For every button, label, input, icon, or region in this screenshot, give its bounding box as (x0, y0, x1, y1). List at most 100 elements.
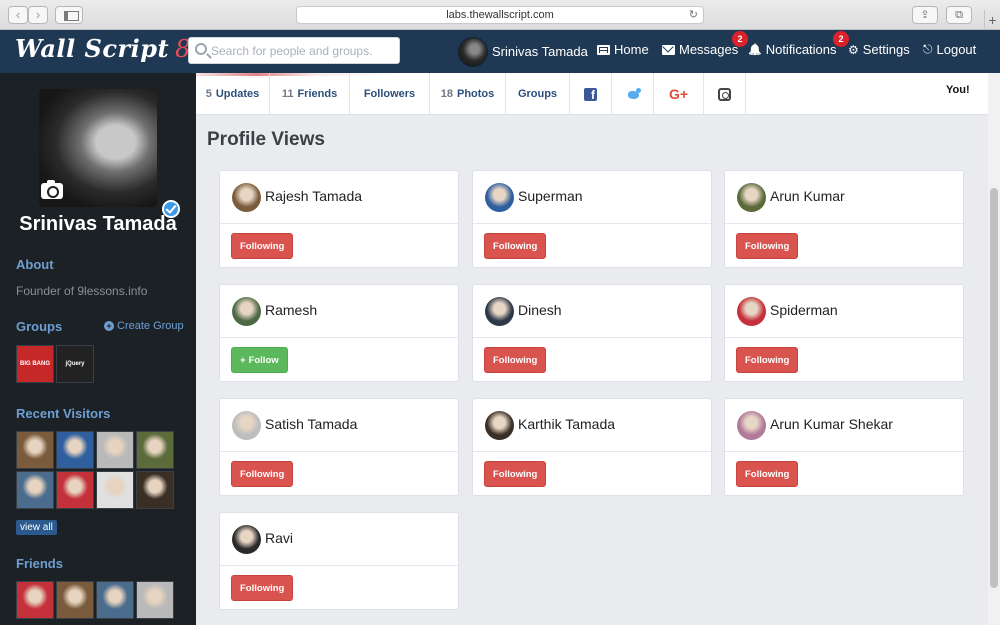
camera-icon[interactable] (41, 180, 63, 199)
avatar[interactable] (232, 297, 261, 326)
nav-home[interactable]: Home (597, 42, 649, 57)
friend-avatar[interactable] (56, 581, 94, 619)
logo-text: Wall Script (15, 34, 170, 63)
following-button[interactable]: Following (484, 461, 547, 487)
group-thumbnail[interactable]: BIG BANG THEORY (16, 345, 54, 383)
avatar[interactable] (485, 297, 514, 326)
avatar[interactable] (485, 411, 514, 440)
avatar[interactable] (232, 183, 261, 212)
scrollbar[interactable] (988, 73, 1000, 625)
address-bar[interactable]: labs.thewallscript.com ↻ (296, 6, 704, 24)
group-thumbnail[interactable]: jQuery (56, 345, 94, 383)
following-button[interactable]: Following (484, 347, 547, 373)
tab-googleplus[interactable]: G+ (654, 73, 704, 115)
following-button[interactable]: Following (736, 233, 799, 259)
verified-icon (162, 200, 180, 218)
view-all-button[interactable]: view all (16, 520, 57, 535)
avatar[interactable] (485, 183, 514, 212)
following-button[interactable]: Following (736, 347, 799, 373)
updates-label: Updates (215, 88, 260, 100)
tab-photos[interactable]: 18 Photos (430, 73, 506, 115)
following-button[interactable]: Following (231, 233, 294, 259)
tab-instagram[interactable] (704, 73, 746, 115)
card-user-name[interactable]: Dinesh (518, 302, 562, 318)
button-label: Following (493, 241, 538, 252)
following-button[interactable]: Following (231, 575, 294, 601)
avatar[interactable] (232, 411, 261, 440)
url-text: labs.thewallscript.com (446, 9, 554, 21)
nav-messages-label: Messages (679, 42, 739, 57)
search-icon (195, 43, 207, 55)
avatar (458, 36, 488, 67)
sidebar: Srinivas Tamada About Founder of 9lesson… (0, 73, 196, 625)
nav-user-name: Srinivas Tamada (492, 44, 588, 59)
tab-facebook[interactable]: f (570, 73, 612, 115)
profile-view-card: Arun Kumar Shekar Following (724, 398, 964, 496)
card-user-name[interactable]: Superman (518, 188, 583, 204)
visitor-avatar[interactable] (16, 471, 54, 509)
new-tab-button[interactable]: + (984, 10, 1000, 30)
reload-icon[interactable]: ↻ (689, 7, 698, 23)
following-button[interactable]: Following (231, 461, 294, 487)
tab-followers[interactable]: Followers (350, 73, 430, 115)
create-group-label: Create Group (117, 320, 184, 332)
followers-label: Followers (363, 88, 416, 100)
button-label: Following (745, 469, 790, 480)
nav-logout[interactable]: ⎋ Logout (923, 42, 976, 57)
avatar[interactable] (737, 297, 766, 326)
create-group-link[interactable]: + Create Group (104, 320, 184, 332)
nav-settings[interactable]: ⚙ Settings (848, 42, 910, 57)
card-user-name[interactable]: Ramesh (265, 302, 317, 318)
forward-button[interactable]: › (28, 6, 48, 24)
card-user-name[interactable]: Arun Kumar (770, 188, 845, 204)
visitor-avatar[interactable] (136, 431, 174, 469)
instagram-icon (718, 87, 731, 101)
visitor-avatar[interactable] (96, 471, 134, 509)
card-header: Arun Kumar (725, 171, 963, 224)
tab-updates[interactable]: 5 Updates (196, 73, 270, 115)
friend-avatar[interactable] (96, 581, 134, 619)
button-label: Following (745, 241, 790, 252)
search-input[interactable] (211, 42, 391, 60)
following-button[interactable]: Following (484, 233, 547, 259)
friends-count: 11 (281, 88, 294, 100)
tab-friends[interactable]: 11 Friends (270, 73, 350, 115)
follow-button[interactable]: + Follow (231, 347, 288, 373)
card-user-name[interactable]: Ravi (265, 530, 293, 546)
plus-icon: + (240, 355, 246, 366)
logo[interactable]: Wall Script 8 (15, 34, 191, 63)
card-header: Ramesh (220, 285, 458, 338)
gears-icon: ⚙ (848, 42, 859, 57)
card-user-name[interactable]: Spiderman (770, 302, 838, 318)
visitor-avatar[interactable] (56, 431, 94, 469)
messages-badge: 2 (732, 31, 748, 47)
visitor-avatar[interactable] (96, 431, 134, 469)
back-button[interactable]: ‹ (8, 6, 28, 24)
groups-label: Groups (517, 88, 558, 100)
nav-home-label: Home (614, 42, 649, 57)
nav-messages[interactable]: Messages (662, 42, 738, 57)
nav-user-profile[interactable]: Srinivas Tamada (458, 36, 588, 67)
tab-groups[interactable]: Groups (506, 73, 570, 115)
tab-twitter[interactable] (612, 73, 654, 115)
button-label: Following (493, 469, 538, 480)
visitor-avatar[interactable] (56, 471, 94, 509)
card-user-name[interactable]: Satish Tamada (265, 416, 357, 432)
sidebar-toggle-icon[interactable] (55, 6, 83, 24)
friend-avatar[interactable] (16, 581, 54, 619)
card-user-name[interactable]: Karthik Tamada (518, 416, 615, 432)
card-user-name[interactable]: Rajesh Tamada (265, 188, 362, 204)
visitor-avatar[interactable] (136, 471, 174, 509)
visitor-avatar[interactable] (16, 431, 54, 469)
avatar[interactable] (737, 183, 766, 212)
card-user-name[interactable]: Arun Kumar Shekar (770, 416, 893, 432)
scrollbar-thumb[interactable] (990, 188, 998, 588)
share-icon[interactable]: ⇪ (912, 6, 938, 24)
avatar[interactable] (232, 525, 261, 554)
friend-avatar[interactable] (136, 581, 174, 619)
avatar[interactable] (737, 411, 766, 440)
nav-notifications[interactable]: 🔔 Notifications (748, 42, 837, 57)
tabs-overview-icon[interactable]: ⧉ (946, 6, 972, 24)
nav-logout-label: Logout (936, 42, 977, 57)
following-button[interactable]: Following (736, 461, 799, 487)
